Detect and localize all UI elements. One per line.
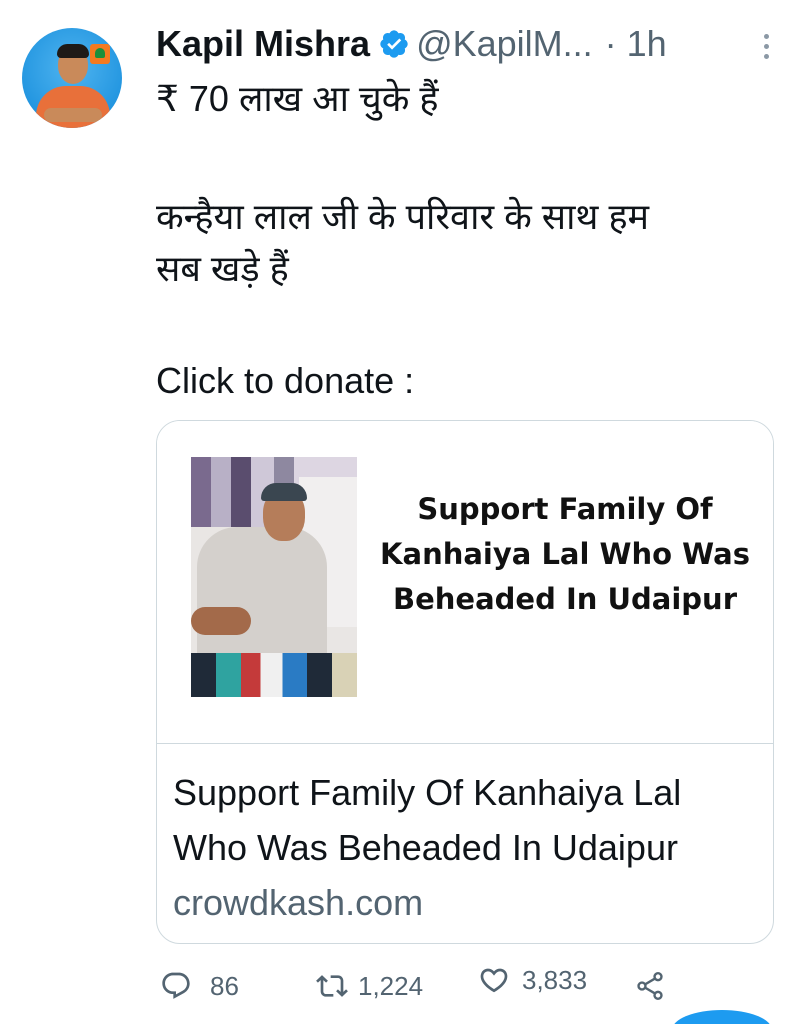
share-icon (637, 972, 663, 1000)
card-photo (191, 457, 357, 697)
more-options-icon[interactable] (763, 34, 771, 62)
tweet-time[interactable]: 1h (627, 23, 667, 65)
card-title: Support Family Of Kanhaiya Lal Who Was B… (173, 772, 682, 868)
tweet-text-line: Click to donate : (156, 360, 415, 401)
avatar-hair (57, 44, 89, 58)
reply-icon (162, 972, 190, 999)
retweet-icon (316, 975, 348, 997)
verified-badge-icon (380, 30, 408, 58)
link-card-info: Support Family Of Kanhaiya Lal Who Was B… (173, 765, 763, 929)
author-handle[interactable]: @KapilM... (416, 23, 593, 65)
link-card-image[interactable]: Support Family Of Kanhaiya Lal Who Was B… (157, 421, 773, 744)
tweet[interactable]: Kapil Mishra @KapilM... · 1h ₹ 70 लाख आ … (0, 0, 797, 1024)
retweet-count: 1,224 (358, 970, 424, 1001)
like-count: 3,833 (522, 964, 588, 995)
party-logo-icon (90, 44, 110, 64)
tweet-text-line: सब खड़े हैं (156, 248, 289, 289)
tweet-actions: 86 1,224 3,833 (156, 962, 797, 1010)
card-image-headline: Support Family Of Kanhaiya Lal Who Was B… (380, 492, 750, 616)
reply-button[interactable]: 86 (160, 962, 239, 1010)
compose-button-edge[interactable] (672, 1010, 772, 1024)
retweet-button[interactable]: 1,224 (316, 962, 423, 1010)
header-separator: · (604, 23, 617, 64)
tweet-text-line: कन्हैया लाल जी के परिवार के साथ हम (156, 196, 650, 237)
author-avatar[interactable] (22, 28, 122, 128)
like-icon (480, 968, 508, 993)
tweet-text-line: ₹ 70 लाख आ चुके हैं (156, 78, 439, 119)
author-name[interactable]: Kapil Mishra (156, 23, 370, 65)
like-button[interactable]: 3,833 (478, 956, 587, 1004)
share-button[interactable] (634, 962, 666, 1010)
reply-count: 86 (210, 970, 239, 1001)
link-card[interactable]: Support Family Of Kanhaiya Lal Who Was B… (156, 420, 774, 944)
avatar-arms (44, 108, 102, 122)
tweet-header: Kapil Mishra @KapilM... · 1h (156, 22, 787, 66)
card-domain: crowdkash.com (173, 882, 424, 923)
